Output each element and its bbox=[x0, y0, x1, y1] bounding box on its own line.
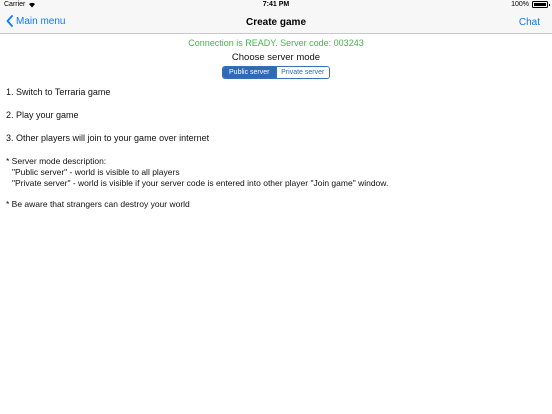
battery-fill bbox=[534, 3, 546, 6]
battery-icon bbox=[532, 1, 550, 8]
public-server-description: "Public server" - world is visible to al… bbox=[12, 167, 180, 177]
instruction-step: 3. Other players will join to your game … bbox=[6, 133, 210, 143]
navigation-bar: Main menu Create game Chat bbox=[0, 11, 552, 34]
chat-button[interactable]: Chat bbox=[519, 17, 540, 28]
description-heading: * Server mode description: bbox=[6, 156, 107, 166]
battery-indicator: 100% bbox=[511, 1, 550, 8]
warning-text: * Be aware that strangers can destroy yo… bbox=[6, 199, 190, 209]
private-server-description: "Private server" - world is visible if y… bbox=[12, 178, 389, 188]
server-mode-description: * Server mode description: "Public serve… bbox=[6, 156, 552, 189]
clock: 7:41 PM bbox=[262, 1, 290, 8]
server-mode-title: Choose server mode bbox=[231, 52, 321, 63]
main-content: Connection is READY. Server code: 003243… bbox=[0, 35, 552, 209]
instructions-list: 1. Switch to Terraria game 2. Play your … bbox=[6, 87, 552, 143]
public-server-segment[interactable]: Public server bbox=[223, 67, 276, 78]
instruction-step: 2. Play your game bbox=[6, 110, 79, 120]
status-bar: Carrier 7:41 PM 100% bbox=[0, 0, 552, 11]
instruction-step: 1. Switch to Terraria game bbox=[6, 87, 111, 97]
connection-status: Connection is READY. Server code: 003243 bbox=[188, 38, 364, 48]
battery-percent: 100% bbox=[511, 1, 529, 8]
private-server-segment[interactable]: Private server bbox=[275, 67, 329, 78]
server-mode-segmented-control: Public server Private server bbox=[222, 66, 330, 79]
page-title: Create game bbox=[245, 17, 307, 28]
